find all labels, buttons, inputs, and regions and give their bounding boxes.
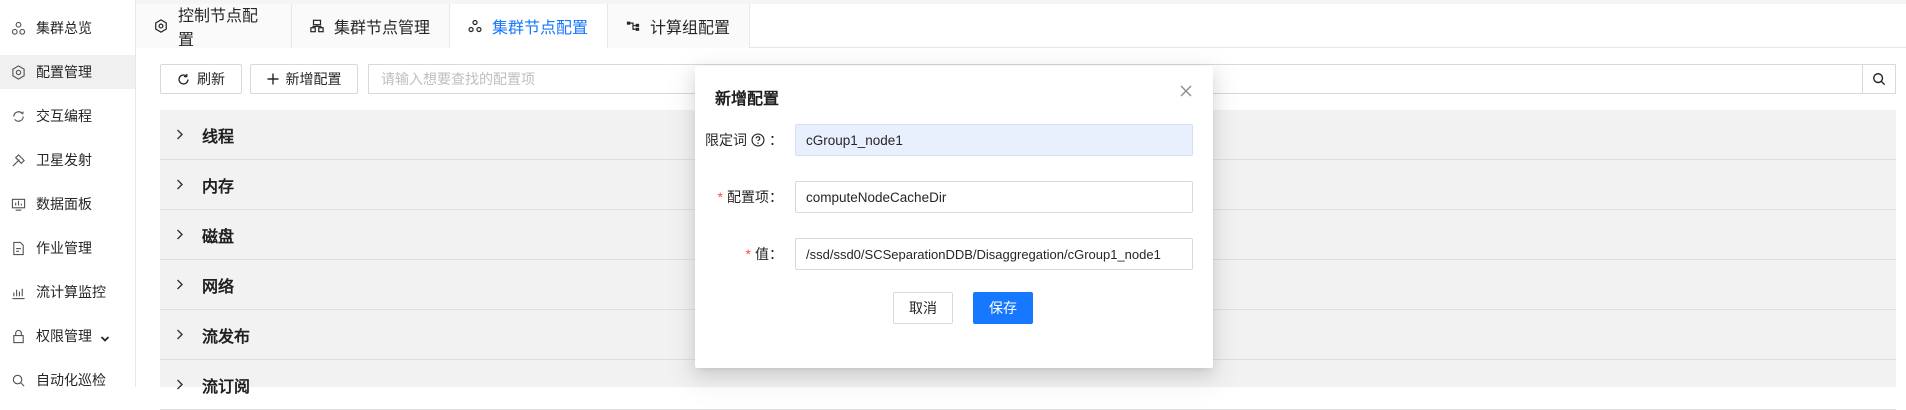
sidebar-item-interactive-programming[interactable]: 交互编程 (0, 99, 135, 133)
save-button[interactable]: 保存 (973, 292, 1033, 324)
question-circle-icon[interactable] (751, 133, 765, 147)
cluster-node-manage-icon (310, 19, 324, 33)
config-item-label: 配置项： (727, 189, 783, 205)
tab-label: 集群节点配置 (492, 19, 589, 37)
sidebar-item-label: 数据面板 (36, 196, 92, 212)
config-item-input[interactable] (795, 181, 1193, 213)
qualifier-colon: ： (769, 132, 783, 148)
qualifier-label: 限定词 (705, 132, 747, 148)
chevron-right-icon (176, 279, 186, 290)
settings-icon (10, 64, 26, 80)
chevron-right-icon (176, 229, 186, 240)
sidebar-item-data-dashboard[interactable]: 数据面板 (0, 187, 135, 221)
sidebar-item-label: 权限管理 (36, 328, 92, 344)
value-label-group: * 值： (746, 238, 783, 270)
search-button[interactable] (1862, 64, 1896, 94)
cluster-overview-icon (10, 20, 26, 36)
tab-bar: 控制节点配置 集群节点管理 集群节点配置 计算组配置 (136, 4, 1906, 49)
refresh-icon (177, 73, 190, 86)
sidebar-item-job-management[interactable]: 作业管理 (0, 231, 135, 265)
add-config-label: 新增配置 (285, 71, 342, 87)
tab-controller-node-config[interactable]: 控制节点配置 (136, 4, 292, 49)
sidebar: 集群总览 配置管理 交互编程 卫星发射 数据面板 作业管理 流计算监控 权限管理… (0, 0, 136, 388)
dashboard-icon (10, 196, 26, 212)
tab-compute-group-config[interactable]: 计算组配置 (608, 4, 750, 48)
config-item-label-group: * 配置项： (718, 181, 783, 213)
controller-node-icon (154, 19, 168, 33)
refresh-label: 刷新 (197, 71, 225, 87)
cluster-node-config-icon (468, 19, 482, 33)
panel-label: 流发布 (202, 328, 251, 346)
close-icon (1180, 85, 1192, 97)
chevron-right-icon (176, 329, 186, 340)
sidebar-item-stream-monitor[interactable]: 流计算监控 (0, 275, 135, 309)
stream-monitor-icon (10, 284, 26, 300)
panel-label: 网络 (202, 278, 235, 296)
search-icon (1872, 72, 1886, 86)
interactive-icon (10, 108, 26, 124)
sidebar-item-label: 配置管理 (36, 64, 92, 80)
add-config-button[interactable]: 新增配置 (250, 64, 358, 94)
inspection-icon (10, 372, 26, 388)
qualifier-input[interactable] (795, 124, 1193, 156)
sidebar-item-label: 作业管理 (36, 240, 92, 256)
plus-icon (267, 73, 279, 85)
tab-cluster-node-management[interactable]: 集群节点管理 (292, 4, 450, 48)
sidebar-item-label: 卫星发射 (36, 152, 92, 168)
chevron-right-icon (176, 379, 186, 390)
panel-label: 流订阅 (202, 378, 251, 396)
required-mark: * (745, 246, 751, 262)
chevron-right-icon (176, 179, 186, 190)
chevron-down-icon[interactable] (100, 331, 110, 342)
lock-icon (10, 328, 26, 344)
sidebar-item-config-management[interactable]: 配置管理 (0, 55, 135, 89)
compute-group-icon (626, 19, 640, 33)
panel-label: 线程 (202, 128, 235, 146)
tab-cluster-node-config[interactable]: 集群节点配置 (450, 4, 608, 48)
panel-label: 磁盘 (202, 228, 235, 246)
panel-label: 内存 (202, 178, 235, 196)
add-config-modal: 新增配置 限定词 ： * 配置项： * 值： 取消 保存 (695, 66, 1213, 368)
cancel-button[interactable]: 取消 (893, 292, 953, 324)
sidebar-item-label: 流计算监控 (36, 284, 106, 300)
tab-label: 集群节点管理 (334, 20, 431, 37)
sidebar-item-satellite-launch[interactable]: 卫星发射 (0, 143, 135, 177)
sidebar-item-label: 自动化巡检 (36, 372, 106, 388)
close-button[interactable] (1177, 82, 1195, 100)
tab-label: 计算组配置 (650, 20, 731, 37)
job-icon (10, 240, 26, 256)
value-input[interactable] (795, 238, 1193, 270)
sidebar-item-label: 交互编程 (36, 108, 92, 124)
tab-label: 控制节点配置 (178, 8, 259, 49)
sidebar-item-permission-management[interactable]: 权限管理 (0, 319, 135, 353)
value-label: 值： (755, 246, 783, 262)
modal-title: 新增配置 (715, 91, 780, 108)
chevron-right-icon (176, 129, 186, 140)
refresh-button[interactable]: 刷新 (160, 64, 242, 94)
sidebar-item-cluster-overview[interactable]: 集群总览 (0, 11, 135, 45)
qualifier-label-group: 限定词 ： (705, 124, 783, 156)
sidebar-item-auto-inspection[interactable]: 自动化巡检 (0, 363, 135, 397)
sidebar-item-label: 集群总览 (36, 20, 92, 36)
satellite-icon (10, 152, 26, 168)
required-mark: * (717, 189, 723, 205)
